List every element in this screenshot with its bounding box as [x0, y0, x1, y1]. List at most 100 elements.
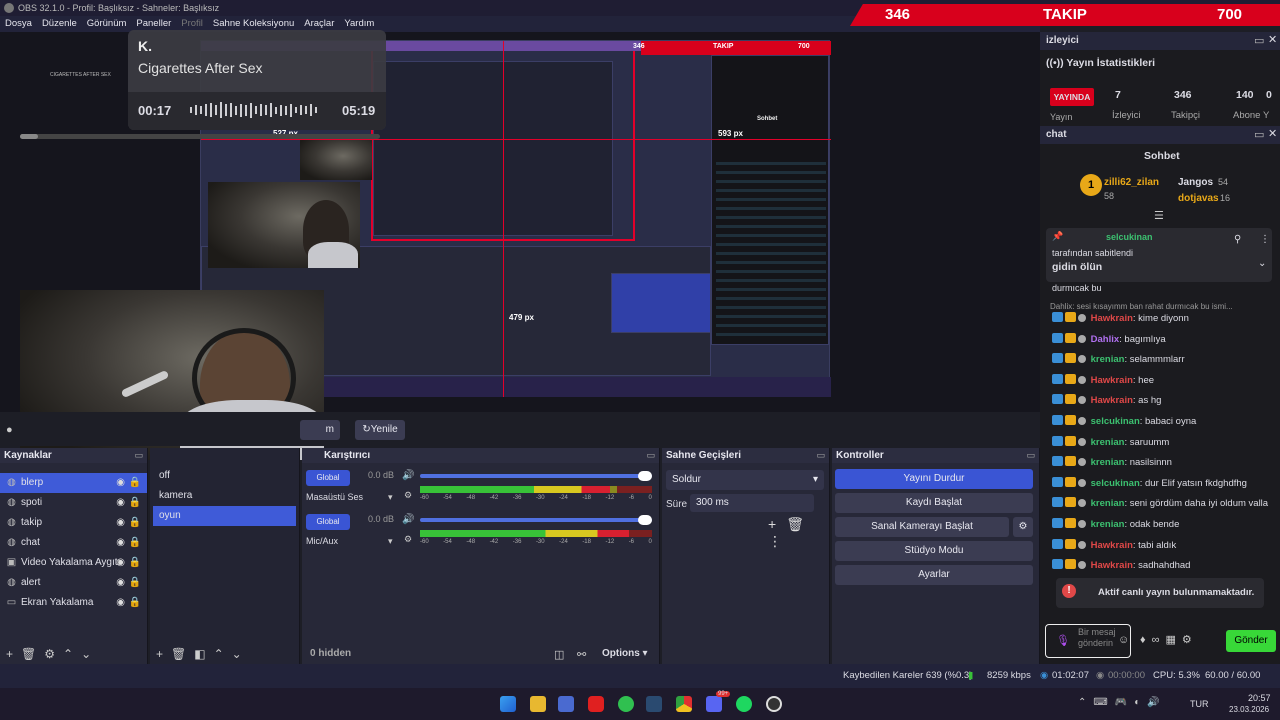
scene-item[interactable]: oyun: [153, 506, 296, 526]
add-scene-button[interactable]: +: [156, 647, 171, 661]
language-indicator[interactable]: TUR: [1190, 699, 1209, 709]
visibility-eye-icon[interactable]: ◉: [116, 553, 125, 573]
send-button[interactable]: Gönder: [1226, 630, 1276, 652]
add-source-button[interactable]: +: [6, 647, 21, 661]
chat-username[interactable]: krenian: [1091, 519, 1125, 530]
dock-float-icon[interactable]: ▭: [646, 448, 655, 463]
whatsapp-icon[interactable]: [618, 696, 634, 712]
source-item[interactable]: ◍ alert ◉ 🔒: [0, 573, 147, 593]
studio-mode-button[interactable]: Stüdyo Modu: [835, 541, 1033, 561]
filter-icon[interactable]: ☰: [1154, 209, 1164, 222]
settings-button[interactable]: Ayarlar: [835, 565, 1033, 585]
menu-duzenle[interactable]: Düzenle: [42, 16, 77, 32]
clock-date[interactable]: 23.03.2026: [1229, 705, 1269, 714]
chat-username[interactable]: krenian: [1091, 354, 1125, 365]
chat-username[interactable]: krenian: [1091, 457, 1125, 468]
scene-up-button[interactable]: ⌃: [214, 647, 232, 661]
remove-source-button[interactable]: 🗑: [21, 647, 44, 661]
steam-icon[interactable]: [646, 696, 662, 712]
tray-icons[interactable]: ⌃⌨🎮◐🔊: [1078, 697, 1167, 708]
chat-username[interactable]: Hawkrain: [1091, 560, 1133, 571]
track-settings-icon[interactable]: ⚙: [404, 490, 412, 501]
scene-filter-button[interactable]: ◧: [194, 647, 213, 661]
source-item[interactable]: ▭ Ekran Yakalama ◉ 🔒: [0, 593, 147, 613]
track-tag[interactable]: Global: [306, 514, 350, 530]
youtube-icon[interactable]: [588, 696, 604, 712]
transition-menu-button[interactable]: ⋮: [768, 533, 792, 549]
info-icon[interactable]: ●: [6, 424, 13, 436]
chrome-icon[interactable]: [676, 696, 692, 712]
lock-icon[interactable]: 🔒: [129, 493, 141, 513]
gift-icon[interactable]: ♦: [1140, 634, 1152, 646]
obs-icon[interactable]: [766, 696, 782, 712]
menu-gorunum[interactable]: Görünüm: [87, 16, 127, 32]
remove-transition-button[interactable]: 🗑: [786, 516, 814, 532]
discord-icon[interactable]: [706, 696, 722, 712]
chat-username[interactable]: selcukinan: [1091, 478, 1140, 489]
start-icon[interactable]: [500, 696, 516, 712]
visibility-eye-icon[interactable]: ◉: [116, 573, 125, 593]
close-icon[interactable]: ✕: [1268, 127, 1277, 140]
menu-dosya[interactable]: Dosya: [5, 16, 32, 32]
add-transition-button[interactable]: +: [768, 516, 786, 532]
transition-select[interactable]: Soldur ▾: [666, 470, 824, 490]
virtual-camera-button[interactable]: Sanal Kamerayı Başlat: [835, 517, 1009, 537]
lock-icon[interactable]: 🔒: [129, 473, 141, 493]
lock-icon[interactable]: 🔒: [129, 513, 141, 533]
spotify-icon[interactable]: [736, 696, 752, 712]
lock-icon[interactable]: 🔒: [129, 573, 141, 593]
chat-username[interactable]: Hawkrain: [1091, 395, 1133, 406]
visibility-eye-icon[interactable]: ◉: [116, 473, 125, 493]
lock-icon[interactable]: 🔒: [129, 553, 141, 573]
dock-float-icon[interactable]: ▭: [816, 448, 825, 463]
microphone-icon[interactable]: 🎙: [1056, 634, 1070, 647]
chat-username[interactable]: Dahlix: [1091, 334, 1120, 345]
source-settings-button[interactable]: ⚙: [44, 647, 63, 661]
chat-username[interactable]: krenian: [1091, 437, 1125, 448]
dock-float-icon[interactable]: ▭: [134, 448, 143, 463]
chevron-down-icon[interactable]: ⌄: [1258, 258, 1266, 269]
visibility-eye-icon[interactable]: ◉: [116, 493, 125, 513]
visibility-eye-icon[interactable]: ◉: [116, 593, 125, 613]
move-down-button[interactable]: ⌄: [81, 647, 99, 661]
duration-input[interactable]: 300 ms: [690, 494, 814, 512]
chevron-down-icon[interactable]: ▾: [388, 492, 393, 503]
dock-float-icon[interactable]: ▭: [1026, 448, 1035, 463]
stop-stream-button[interactable]: Yayını Durdur: [835, 469, 1033, 489]
file-explorer-icon[interactable]: [530, 696, 546, 712]
mixer-layout-icon[interactable]: ◫: [554, 648, 564, 661]
gear-icon[interactable]: ⚙: [1182, 634, 1198, 646]
scene-down-button[interactable]: ⌄: [232, 647, 250, 661]
volume-icon[interactable]: 🔊: [402, 514, 414, 525]
visibility-eye-icon[interactable]: ◉: [116, 533, 125, 553]
scene-item[interactable]: off: [153, 466, 296, 486]
remove-scene-button[interactable]: 🗑: [171, 647, 194, 661]
track-settings-icon[interactable]: ⚙: [404, 534, 412, 545]
clock-time[interactable]: 20:57: [1248, 693, 1271, 703]
source-item[interactable]: ◍ blerp ◉ 🔒: [0, 473, 147, 493]
mixer-options-button[interactable]: Options ▾: [602, 648, 648, 659]
dock-float-icon[interactable]: ▭: [1254, 128, 1264, 141]
chat-username[interactable]: Hawkrain: [1091, 375, 1133, 386]
mixer-link-icon[interactable]: ⚯: [577, 648, 586, 661]
chat-input[interactable]: 🎙 Bir mesaj gönderin ☺: [1045, 624, 1131, 658]
visibility-eye-icon[interactable]: ◉: [116, 513, 125, 533]
unpin-icon[interactable]: ⚲: [1234, 234, 1241, 245]
volume-icon[interactable]: 🔊: [402, 470, 414, 481]
virtual-camera-settings-icon[interactable]: ⚙: [1013, 517, 1033, 537]
refresh-button[interactable]: ↻Yenile: [355, 420, 405, 440]
volume-slider[interactable]: [420, 518, 652, 522]
dock-float-icon[interactable]: ▭: [1254, 34, 1264, 47]
store-icon[interactable]: [558, 696, 574, 712]
filters-button[interactable]: m: [300, 420, 340, 440]
lock-icon[interactable]: 🔒: [129, 593, 141, 613]
source-item[interactable]: ◍ chat ◉ 🔒: [0, 533, 147, 553]
chat-username[interactable]: Hawkrain: [1091, 313, 1133, 324]
chat-username[interactable]: Hawkrain: [1091, 540, 1133, 551]
volume-slider-handle[interactable]: [638, 515, 652, 525]
chevron-down-icon[interactable]: ▾: [388, 536, 393, 547]
close-icon[interactable]: ✕: [1268, 33, 1277, 46]
track-tag[interactable]: Global: [306, 470, 350, 486]
source-item[interactable]: ◍ takip ◉ 🔒: [0, 513, 147, 533]
source-item[interactable]: ▣ Video Yakalama Aygıtı ◉ 🔒: [0, 553, 147, 573]
